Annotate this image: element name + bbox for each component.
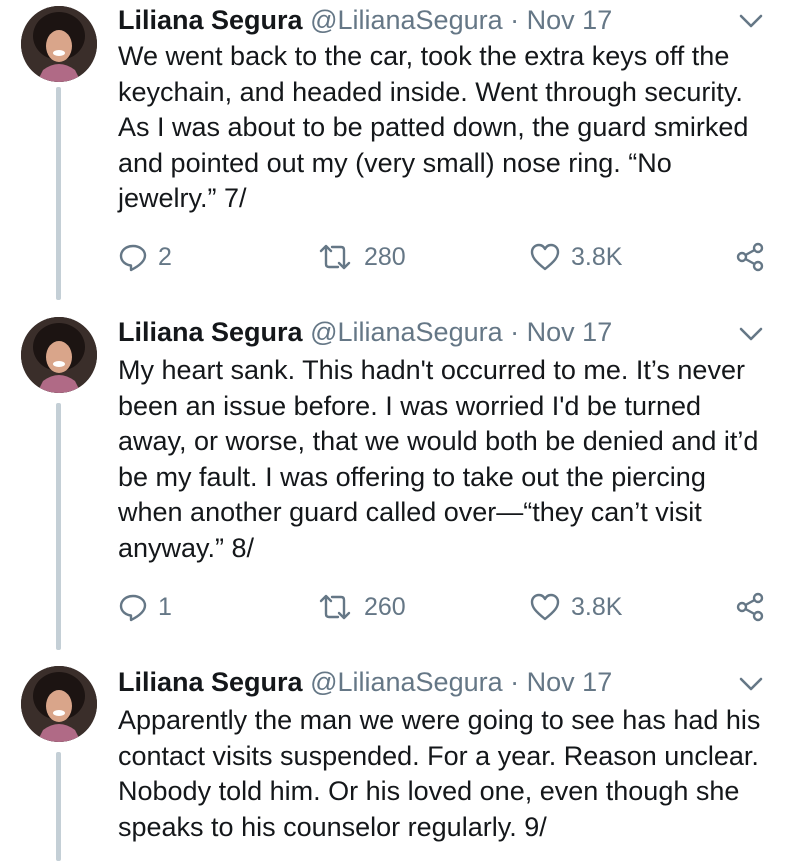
author-handle[interactable]: @LilianaSegura (310, 317, 503, 347)
thread-line (56, 403, 61, 650)
tweet-actions: 2 280 3.8K (118, 237, 778, 277)
share-button[interactable] (734, 587, 766, 627)
tweet-text: My heart sank. This hadn't occurred to m… (118, 355, 759, 563)
separator: · (510, 317, 520, 347)
tweet-date[interactable]: Nov 17 (527, 667, 613, 697)
author-handle[interactable]: @LilianaSegura (310, 667, 503, 697)
tweet-actions: 1 260 3.8K (118, 587, 778, 627)
avatar[interactable] (21, 6, 97, 82)
thread-line (56, 87, 61, 300)
like-icon (530, 593, 560, 621)
retweet-button[interactable]: 280 (316, 237, 406, 277)
tweet-text: Apparently the man we were going to see … (118, 705, 761, 842)
like-button[interactable]: 3.8K (529, 237, 622, 277)
like-count: 3.8K (571, 242, 623, 271)
separator: · (510, 667, 520, 697)
share-icon (736, 242, 764, 272)
reply-count: 1 (158, 592, 172, 621)
tweet-header: Liliana Segura @LilianaSegura · Nov 17 (118, 665, 740, 699)
reply-icon (119, 244, 147, 272)
chevron-down-icon[interactable] (738, 675, 764, 693)
author-name[interactable]: Liliana Segura (118, 317, 303, 347)
tweet-header: Liliana Segura @LilianaSegura · Nov 17 (118, 315, 740, 349)
reply-icon (119, 594, 147, 622)
reply-button[interactable]: 1 (118, 587, 172, 627)
retweet-count: 260 (364, 592, 406, 621)
retweet-icon (319, 594, 351, 620)
avatar[interactable] (21, 317, 97, 393)
author-handle[interactable]: @LilianaSegura (310, 5, 503, 35)
avatar[interactable] (21, 666, 97, 742)
chevron-down-icon[interactable] (738, 325, 764, 343)
tweet-date[interactable]: Nov 17 (527, 317, 613, 347)
chevron-down-icon[interactable] (738, 12, 764, 30)
tweet-text: We went back to the car, took the extra … (118, 41, 749, 213)
tweet-header: Liliana Segura @LilianaSegura · Nov 17 (118, 3, 740, 37)
reply-count: 2 (158, 242, 172, 271)
reply-button[interactable]: 2 (118, 237, 172, 277)
like-icon (530, 243, 560, 271)
thread-line (56, 752, 61, 861)
author-name[interactable]: Liliana Segura (118, 5, 303, 35)
author-name[interactable]: Liliana Segura (118, 667, 303, 697)
like-count: 3.8K (571, 592, 623, 621)
like-button[interactable]: 3.8K (529, 587, 622, 627)
retweet-count: 280 (364, 242, 406, 271)
retweet-button[interactable]: 260 (316, 587, 406, 627)
separator: · (510, 5, 520, 35)
tweet-date[interactable]: Nov 17 (527, 5, 613, 35)
retweet-icon (319, 244, 351, 270)
share-button[interactable] (734, 237, 766, 277)
share-icon (736, 592, 764, 622)
